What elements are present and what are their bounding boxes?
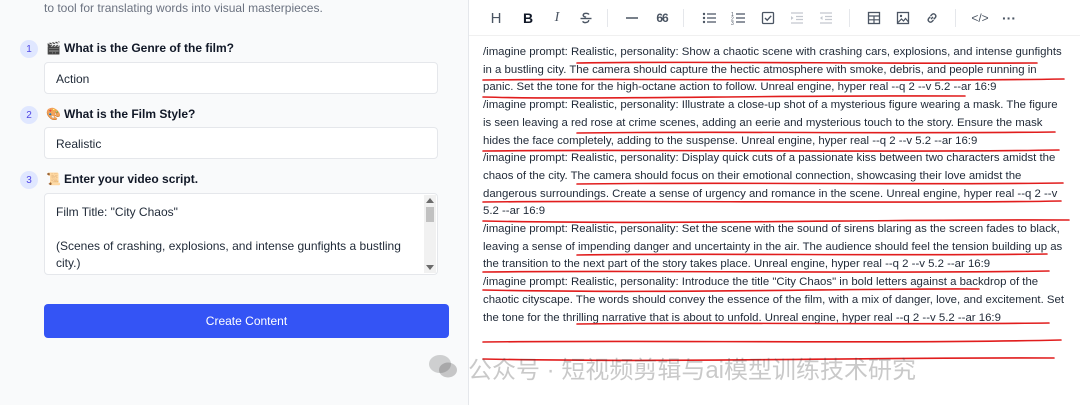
step-number: 1 [20, 40, 38, 58]
link-icon [927, 13, 937, 23]
strikethrough-button[interactable] [575, 8, 597, 28]
left-panel: to tool for translating words into visua… [0, 0, 468, 405]
heading-icon: H [490, 9, 502, 27]
toolbar-separator [607, 9, 608, 27]
toolbar-separator [683, 9, 684, 27]
scroll-down-icon[interactable] [426, 265, 434, 270]
bullet-list-icon [702, 12, 716, 24]
intro-text: to tool for translating words into visua… [44, 1, 323, 15]
wechat-logo-icon [429, 355, 457, 378]
watermark: 公众号 · 短视频剪辑与ai模型训练技术研究 [428, 344, 1080, 390]
step-label: 🎨 What is the Film Style? [46, 107, 195, 121]
prompt-paragraph: /imagine prompt: Realistic, personality:… [483, 152, 1058, 218]
bold-icon: B [522, 10, 534, 26]
table-button[interactable] [863, 8, 885, 28]
link-button[interactable] [921, 8, 943, 28]
outdent-icon [820, 12, 832, 24]
more-button[interactable]: ··· [998, 8, 1020, 28]
indent-button[interactable] [786, 8, 808, 28]
code-button[interactable]: </> [968, 8, 992, 28]
editor-toolbar: H B I 66 123 </> ··· [469, 0, 1080, 36]
palette-icon: 🎨 [46, 107, 61, 121]
step-label: 🎬 What is the Genre of the film? [46, 41, 234, 55]
quote-button[interactable]: 66 [651, 8, 673, 28]
image-button[interactable] [892, 8, 914, 28]
genre-input[interactable]: Action [44, 62, 438, 94]
outdent-button[interactable] [815, 8, 837, 28]
horizontal-rule-icon [626, 17, 638, 19]
image-icon [896, 11, 910, 25]
heading-button[interactable]: H [485, 8, 507, 28]
ordered-list-button[interactable]: 123 [727, 8, 749, 28]
scroll-icon: 📜 [46, 172, 61, 186]
indent-icon [791, 12, 803, 24]
prompt-paragraph: /imagine prompt: Realistic, personality:… [483, 276, 1065, 324]
script-textarea[interactable]: Film Title: "City Chaos" (Scenes of cras… [44, 193, 438, 275]
svg-text:3: 3 [731, 21, 734, 25]
code-icon: </> [971, 11, 989, 25]
genre-question: What is the Genre of the film? [64, 41, 235, 55]
script-text[interactable]: Film Title: "City Chaos" (Scenes of cras… [45, 194, 437, 274]
italic-icon: I [554, 10, 560, 25]
table-icon [867, 11, 881, 25]
toolbar-separator [955, 9, 956, 27]
clapperboard-icon: 🎬 [46, 41, 61, 55]
quote-icon: 66 [656, 11, 668, 25]
watermark-text: 公众号 · 短视频剪辑与ai模型训练技术研究 [468, 356, 917, 384]
style-question: What is the Film Style? [64, 107, 196, 121]
task-list-button[interactable] [757, 8, 779, 28]
step-label: 📜 Enter your video script. [46, 172, 198, 186]
more-icon: ··· [1002, 10, 1016, 26]
toolbar-separator [849, 9, 850, 27]
bold-button[interactable]: B [517, 8, 539, 28]
prompt-paragraph: /imagine prompt: Realistic, personality:… [483, 99, 1058, 147]
scroll-thumb[interactable] [426, 207, 434, 222]
prompt-paragraph: /imagine prompt: Realistic, personality:… [483, 46, 1062, 94]
ordered-list-icon: 123 [731, 12, 745, 25]
script-question: Enter your video script. [64, 172, 199, 186]
scrollbar[interactable] [424, 195, 436, 273]
create-content-button[interactable]: Create Content [44, 304, 449, 338]
editor-content[interactable]: /imagine prompt: Realistic, personality:… [483, 44, 1067, 327]
italic-button[interactable]: I [546, 8, 568, 28]
step-number: 2 [20, 106, 38, 124]
step-number: 3 [20, 171, 38, 189]
bullet-list-button[interactable] [698, 8, 720, 28]
style-input[interactable]: Realistic [44, 127, 438, 159]
prompt-paragraph: /imagine prompt: Realistic, personality:… [483, 223, 1063, 271]
horizontal-rule-button[interactable] [621, 8, 643, 28]
strikethrough-icon [580, 12, 592, 24]
scroll-up-icon[interactable] [426, 198, 434, 203]
checkbox-icon [761, 11, 775, 25]
